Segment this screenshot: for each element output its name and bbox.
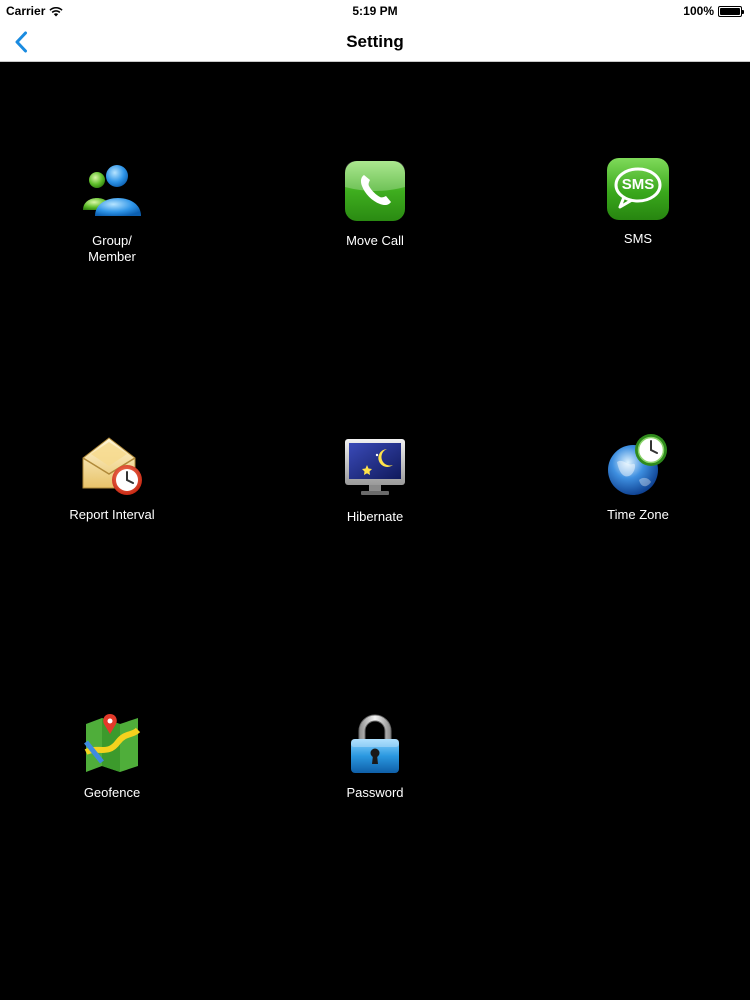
monitor-moon-icon <box>342 434 408 500</box>
map-pin-icon <box>79 710 145 776</box>
tile-hibernate[interactable]: Hibernate <box>285 434 465 564</box>
tile-label: Time Zone <box>607 507 669 522</box>
navigation-bar: Setting <box>0 22 750 62</box>
padlock-icon <box>342 710 408 776</box>
battery-percentage: 100% <box>683 4 714 18</box>
status-bar: Carrier 5:19 PM 100% <box>0 0 750 22</box>
tile-label: Geofence <box>83 785 141 800</box>
battery-icon <box>718 5 744 17</box>
tile-time-zone[interactable]: Time Zone <box>548 432 728 562</box>
tile-group-member[interactable]: Group/ Member <box>22 158 202 288</box>
mail-clock-icon <box>79 432 145 498</box>
tile-label: Hibernate <box>346 509 404 524</box>
tile-label: Password <box>346 785 404 800</box>
sms-icon-text: SMS <box>621 176 655 193</box>
page-title: Setting <box>346 32 404 51</box>
phone-icon <box>342 158 408 224</box>
tile-move-call[interactable]: Move Call <box>285 158 465 288</box>
group-member-icon <box>79 158 145 224</box>
tile-password[interactable]: Password <box>285 710 465 840</box>
globe-clock-icon <box>605 432 671 498</box>
settings-grid: Group/ Member Move Call SMS SMS Report I… <box>0 62 750 1000</box>
sms-icon: SMS <box>605 156 671 222</box>
tile-geofence[interactable]: Geofence <box>22 710 202 840</box>
status-time: 5:19 PM <box>352 4 398 18</box>
tile-report-interval[interactable]: Report Interval <box>22 432 202 562</box>
tile-label: Report Interval <box>69 507 155 522</box>
tile-label: Move Call <box>346 233 404 248</box>
tile-label: SMS <box>623 231 653 246</box>
tile-sms[interactable]: SMS SMS <box>548 156 728 286</box>
tile-label: Group/ Member <box>88 233 136 264</box>
